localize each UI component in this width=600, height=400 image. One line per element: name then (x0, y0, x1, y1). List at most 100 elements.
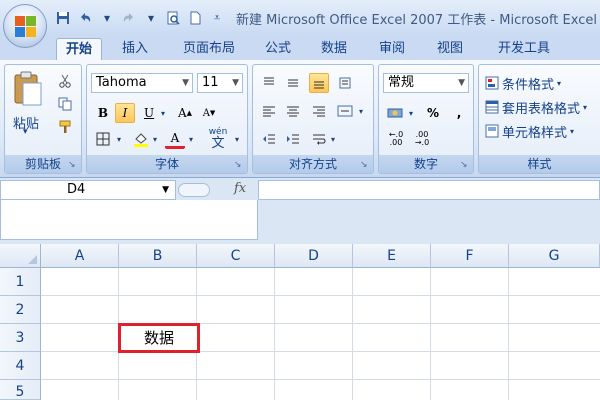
borders-icon[interactable] (93, 129, 113, 149)
column-header-c[interactable]: C (197, 244, 275, 268)
font-size-select[interactable]: 11 ▼ (197, 73, 243, 93)
italic-button[interactable]: I (115, 103, 135, 123)
alignment-group: ▾ ▾ 对齐方式 ↘ (252, 64, 374, 174)
formula-input[interactable] (258, 180, 600, 200)
number-group-label: 数字 (379, 155, 473, 173)
decrease-decimal-icon[interactable]: .00 →.0 (411, 129, 433, 149)
scissors-icon[interactable] (55, 71, 75, 91)
currency-icon[interactable] (385, 103, 405, 123)
tab-data[interactable]: 数据 (312, 38, 356, 60)
cell-styles-icon (485, 124, 499, 138)
chevron-down-icon[interactable]: ▾ (231, 129, 243, 149)
redo-icon[interactable] (120, 9, 138, 27)
column-header-g[interactable]: G (509, 244, 600, 268)
column-header-e[interactable]: E (353, 244, 431, 268)
office-button[interactable] (3, 4, 47, 48)
row-header-3[interactable]: 3 (0, 324, 41, 352)
merge-center-icon[interactable] (335, 101, 355, 121)
dialog-launcher-icon[interactable]: ↘ (234, 160, 244, 170)
dialog-launcher-icon[interactable]: ↘ (360, 160, 370, 170)
dropdown-arrow-icon[interactable]: ▾ (98, 9, 116, 27)
print-preview-icon[interactable] (164, 9, 182, 27)
chevron-down-icon[interactable]: ▾ (157, 103, 169, 123)
styles-group: 条件格式 ▾ 套用表格格式 ▾ 单元格样式 ▾ 样式 (478, 64, 600, 174)
gridline (41, 295, 600, 296)
align-left-icon[interactable] (259, 101, 279, 121)
fill-color-icon[interactable] (131, 129, 151, 149)
number-format-value: 常规 (388, 75, 415, 90)
copy-icon[interactable] (55, 94, 75, 114)
undo-icon[interactable] (76, 9, 94, 27)
wrap-text-icon[interactable] (309, 129, 329, 149)
tab-formulas[interactable]: 公式 (256, 38, 300, 60)
column-header-f[interactable]: F (431, 244, 509, 268)
name-box[interactable]: D4 ▼ (0, 180, 176, 200)
row-header-1[interactable]: 1 (0, 268, 41, 296)
save-icon[interactable] (54, 9, 72, 27)
dropdown-arrow-icon[interactable]: ▾ (142, 9, 160, 27)
font-color-button[interactable]: A (165, 129, 185, 149)
phonetic-guide-button[interactable]: wén 文 (205, 127, 231, 151)
row-header-4[interactable]: 4 (0, 352, 41, 380)
dialog-launcher-icon[interactable]: ↘ (68, 160, 78, 170)
select-all-icon (28, 255, 37, 264)
cell-styles-button[interactable]: 单元格样式 ▾ (485, 121, 574, 141)
chevron-down-icon[interactable]: ▾ (113, 129, 125, 149)
insert-function-button[interactable]: fx (234, 181, 246, 196)
align-bottom-icon[interactable] (309, 73, 329, 93)
worksheet-grid: A B C D E F G 1 2 3 4 5 数据 (0, 244, 600, 400)
column-header-d[interactable]: D (275, 244, 353, 268)
tab-insert[interactable]: 插入 (112, 38, 158, 60)
table-format-button[interactable]: 套用表格格式 ▾ (485, 97, 587, 117)
paste-button[interactable]: 粘贴 ▾ (11, 69, 47, 139)
gridline (430, 268, 431, 400)
conditional-format-button[interactable]: 条件格式 ▾ (485, 73, 561, 93)
cell-b3[interactable]: 数据 (118, 323, 200, 353)
orientation-icon[interactable] (335, 73, 355, 93)
chevron-down-icon[interactable]: ▾ (185, 129, 197, 149)
comma-button[interactable]: , (449, 103, 469, 123)
tab-review[interactable]: 审阅 (370, 38, 414, 60)
underline-button[interactable]: U (139, 103, 159, 123)
chevron-down-icon: ▾ (23, 127, 28, 137)
format-painter-icon[interactable] (55, 117, 75, 137)
align-top-icon[interactable] (259, 73, 279, 93)
column-header-a[interactable]: A (41, 244, 119, 268)
percent-button[interactable]: % (423, 103, 443, 123)
align-middle-icon[interactable] (283, 73, 303, 93)
customize-qat-icon[interactable]: ⩡ (208, 9, 226, 27)
name-box-expanded-area (0, 200, 258, 240)
increase-decimal-icon[interactable]: ←.0.00 (385, 129, 407, 149)
chevron-down-icon[interactable]: ▾ (405, 103, 417, 123)
tab-view[interactable]: 视图 (428, 38, 472, 60)
grow-font-button[interactable]: A ▲ (175, 103, 195, 123)
name-box-value: D4 (67, 182, 86, 197)
cell-styles-label: 单元格样式 (502, 125, 568, 141)
chevron-down-icon: ▼ (182, 78, 189, 88)
font-group: Tahoma ▼ 11 ▼ B I U ▾ A ▲ A ▼ ▾ ▾ A ▾ wén 文… (86, 64, 248, 174)
decrease-indent-icon[interactable] (259, 129, 279, 149)
chevron-down-icon[interactable]: ▾ (149, 129, 161, 149)
gridline (508, 268, 509, 400)
quick-access-toolbar: ▾ ▾ ⩡ (54, 9, 226, 27)
row-header-2[interactable]: 2 (0, 296, 41, 324)
column-header-b[interactable]: B (119, 244, 197, 268)
chevron-down-icon[interactable]: ▾ (327, 129, 339, 149)
align-right-icon[interactable] (309, 101, 329, 121)
phonetic-char-icon: 文 (211, 136, 225, 151)
chevron-down-icon[interactable]: ▾ (355, 101, 367, 121)
align-center-icon[interactable] (283, 101, 303, 121)
bold-button[interactable]: B (93, 103, 113, 123)
dialog-launcher-icon[interactable]: ↘ (460, 160, 470, 170)
tab-home[interactable]: 开始 (56, 38, 102, 60)
tab-developer[interactable]: 开发工具 (488, 38, 560, 60)
shrink-font-button[interactable]: A ▼ (199, 103, 219, 123)
select-all-button[interactable] (0, 244, 41, 268)
increase-indent-icon[interactable] (283, 129, 303, 149)
tab-page-layout[interactable]: 页面布局 (172, 38, 246, 60)
formula-divider-handle[interactable] (178, 183, 210, 197)
number-format-select[interactable]: 常规 ▼ (383, 73, 469, 93)
font-name-select[interactable]: Tahoma ▼ (91, 73, 193, 93)
new-document-icon[interactable] (186, 9, 204, 27)
row-header-5[interactable]: 5 (0, 380, 41, 400)
